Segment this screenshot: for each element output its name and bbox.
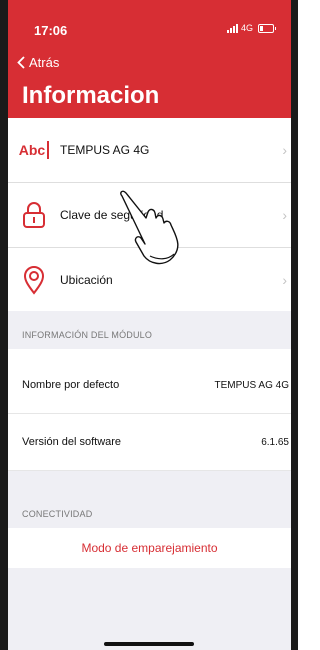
page-title: Informacion xyxy=(22,82,160,109)
home-indicator xyxy=(104,642,194,646)
settings-item-label: TEMPUS AG 4G xyxy=(60,143,150,157)
battery-icon xyxy=(258,23,276,33)
status-time: 17:06 xyxy=(34,23,68,38)
status-icons: 4G xyxy=(226,23,276,33)
pairing-mode-button[interactable]: Modo de emparejamiento xyxy=(8,528,291,568)
settings-item-device-name[interactable]: Abc TEMPUS AG 4G › xyxy=(8,118,291,183)
phone-screen: 17:06 4G Atrás Informacion Abc TEMPUS AG… xyxy=(0,0,298,650)
abc-text-icon: Abc xyxy=(8,141,60,159)
row-value: TEMPUS AG 4G xyxy=(214,379,289,391)
tap-hand-icon xyxy=(120,190,179,265)
module-section-header: INFORMACIÓN DEL MÓDULO xyxy=(8,311,291,349)
row-key: Nombre por defecto xyxy=(22,379,120,391)
network-type: 4G xyxy=(240,23,253,33)
chevron-right-icon: › xyxy=(282,142,287,158)
back-label: Atrás xyxy=(29,55,60,70)
row-key: Versión del software xyxy=(22,436,122,448)
back-button[interactable]: Atrás xyxy=(17,55,59,70)
chevron-right-icon: › xyxy=(282,272,287,288)
location-pin-icon xyxy=(8,265,60,295)
lock-icon xyxy=(8,201,60,229)
chevron-right-icon: › xyxy=(282,207,287,223)
empty-area xyxy=(8,568,291,650)
default-name-row: Nombre por defecto TEMPUS AG 4G xyxy=(8,357,291,414)
signal-icon xyxy=(226,23,238,33)
header-bar: 17:06 4G Atrás Informacion xyxy=(0,0,298,118)
chevron-left-icon xyxy=(17,56,25,69)
row-value: 6.1.65 xyxy=(261,436,289,448)
settings-item-label: Ubicación xyxy=(60,273,113,287)
software-version-row: Versión del software 6.1.65 xyxy=(8,414,291,471)
connectivity-section-header: CONECTIVIDAD xyxy=(8,471,291,528)
